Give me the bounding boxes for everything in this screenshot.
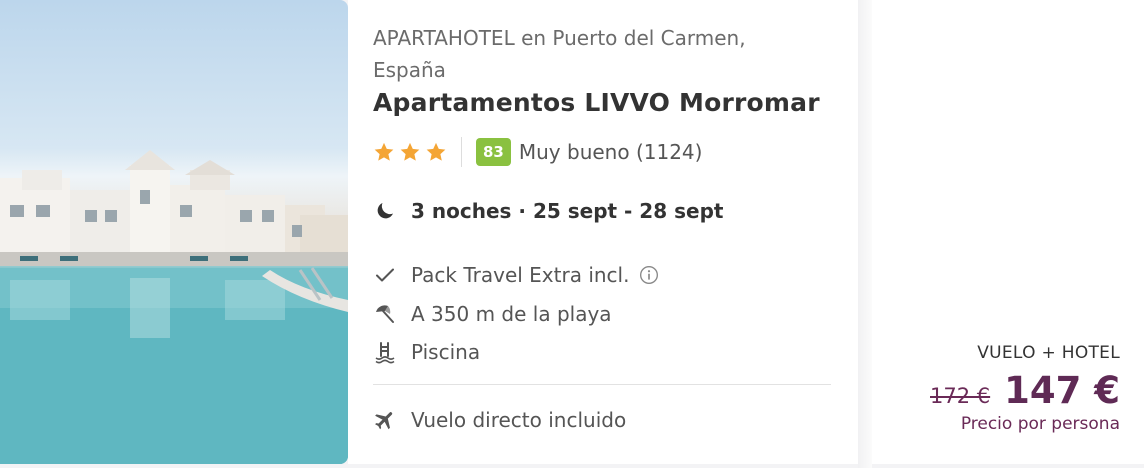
star-icon <box>400 142 420 161</box>
feature-label: Pack Travel Extra incl. <box>411 263 630 287</box>
moon-icon <box>377 203 393 219</box>
hotel-card[interactable]: APARTAHOTEL en Puerto del Carmen, España… <box>0 0 1144 468</box>
current-price: 147 € <box>1004 369 1120 412</box>
beach-umbrella-icon <box>376 305 394 323</box>
star-icon <box>426 142 446 161</box>
info-icon[interactable] <box>639 265 659 285</box>
divider <box>373 384 831 385</box>
price-column[interactable]: VUELO + HOTEL 172 € 147 € Precio por per… <box>858 0 1144 464</box>
stay-dates-text: 3 noches · 25 sept - 28 sept <box>411 199 724 223</box>
review-score-badge: 83 <box>476 138 511 166</box>
pool-icon <box>375 342 395 364</box>
feature-label: Piscina <box>411 340 481 364</box>
price-box[interactable]: VUELO + HOTEL 172 € 147 € Precio por per… <box>930 343 1120 434</box>
plane-icon <box>375 412 393 430</box>
price-line: 172 € 147 € <box>930 369 1120 412</box>
flight-label: Vuelo directo incluido <box>411 408 627 432</box>
feature-pool: Piscina <box>373 337 480 367</box>
hotel-type-location: APARTAHOTEL en Puerto del Carmen, España <box>373 26 746 82</box>
old-price: 172 € <box>930 384 991 408</box>
divider <box>461 137 462 167</box>
star-icon <box>374 142 394 161</box>
hotel-photo[interactable] <box>0 0 348 464</box>
hotel-photo-illustration <box>0 150 348 464</box>
feature-pack-travel: Pack Travel Extra incl. <box>373 260 659 290</box>
package-type: VUELO + HOTEL <box>977 343 1120 363</box>
feature-label: A 350 m de la playa <box>411 302 612 326</box>
rating-row: 83 Muy bueno (1124) <box>373 136 702 168</box>
feature-beach-distance: A 350 m de la playa <box>373 299 612 329</box>
star-rating <box>373 141 447 163</box>
check-icon <box>376 268 394 282</box>
price-per-person-label: Precio por persona <box>960 414 1120 434</box>
review-score-text[interactable]: Muy bueno (1124) <box>519 140 703 164</box>
hotel-details: APARTAHOTEL en Puerto del Carmen, España… <box>348 0 858 464</box>
flight-info: Vuelo directo incluido <box>373 405 626 435</box>
hotel-name[interactable]: Apartamentos LIVVO Morromar <box>373 88 820 117</box>
stay-dates: 3 noches · 25 sept - 28 sept <box>373 196 723 226</box>
column-divider-shadow <box>858 0 872 468</box>
